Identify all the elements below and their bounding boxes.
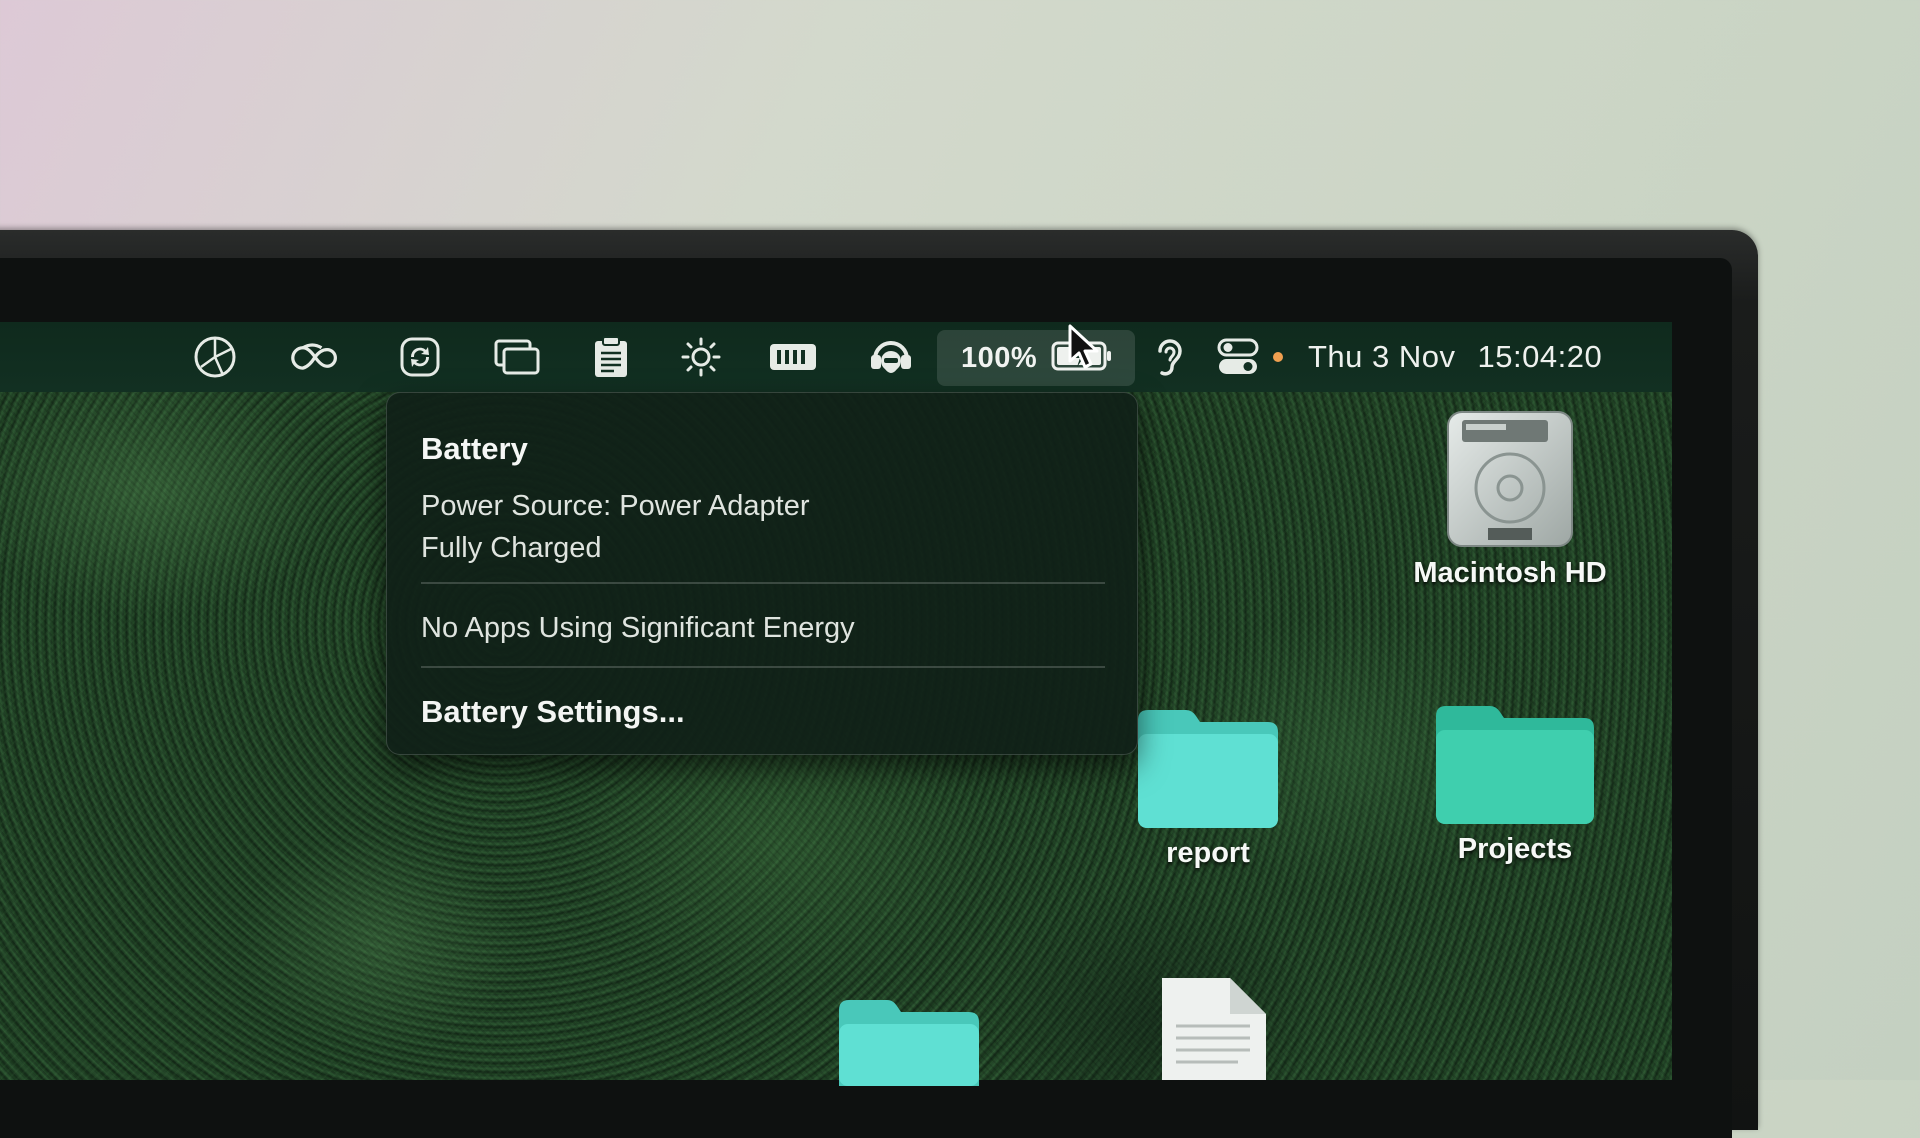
hard-drive-icon [1440, 406, 1580, 557]
menu-separator [421, 582, 1105, 584]
desktop-item-label: Macintosh HD [1413, 557, 1607, 589]
battery-menu: Battery Power Source: Power Adapter Full… [386, 392, 1138, 755]
folder-icon [1134, 706, 1282, 837]
menu-bar-clock[interactable]: Thu 3 Nov 15:04:20 [1308, 337, 1602, 377]
creative-cloud-icon[interactable] [290, 337, 340, 377]
desktop-item-label: Projects [1457, 833, 1573, 865]
control-center-icon[interactable] [1213, 337, 1263, 377]
desktop-item-document[interactable] [1156, 974, 1272, 1085]
status-dot [1273, 352, 1283, 362]
charge-status-text: Fully Charged [421, 532, 602, 564]
clipboard-icon[interactable] [586, 336, 636, 377]
windows-icon[interactable] [492, 337, 542, 377]
menu-bar: 100% Thu 3 Nov 15:04:20 [0, 322, 1672, 392]
battery-menu-extra[interactable]: 100% [937, 330, 1135, 386]
battery-settings-menu-item[interactable]: Battery Settings... [421, 694, 685, 730]
hearing-icon[interactable] [1145, 337, 1195, 377]
battery-menu-title: Battery [421, 431, 528, 466]
aperture-icon[interactable] [190, 336, 240, 378]
desktop-item-report[interactable]: report [1118, 706, 1298, 870]
desktop-item-folder[interactable] [834, 996, 984, 1091]
document-icon [1158, 974, 1270, 1085]
desktop-item-projects[interactable]: Projects [1420, 702, 1610, 866]
clock-time: 15:04:20 [1477, 339, 1603, 374]
clock-date: Thu 3 Nov [1308, 339, 1456, 374]
energy-usage-text: No Apps Using Significant Energy [421, 612, 855, 644]
mouse-pointer-icon [1067, 323, 1101, 376]
memory-icon[interactable] [768, 337, 818, 377]
menu-separator [421, 666, 1105, 668]
desktop-item-label: report [1166, 837, 1250, 869]
headset-icon[interactable] [866, 337, 916, 377]
folder-icon [1432, 702, 1598, 833]
folder-icon [835, 996, 983, 1091]
desktop-item-macintosh-hd[interactable]: Macintosh HD [1390, 406, 1630, 590]
sync-app-icon[interactable] [395, 337, 445, 377]
power-source-text: Power Source: Power Adapter [421, 490, 810, 522]
brightness-icon[interactable] [676, 337, 726, 377]
battery-percentage: 100% [961, 341, 1038, 374]
